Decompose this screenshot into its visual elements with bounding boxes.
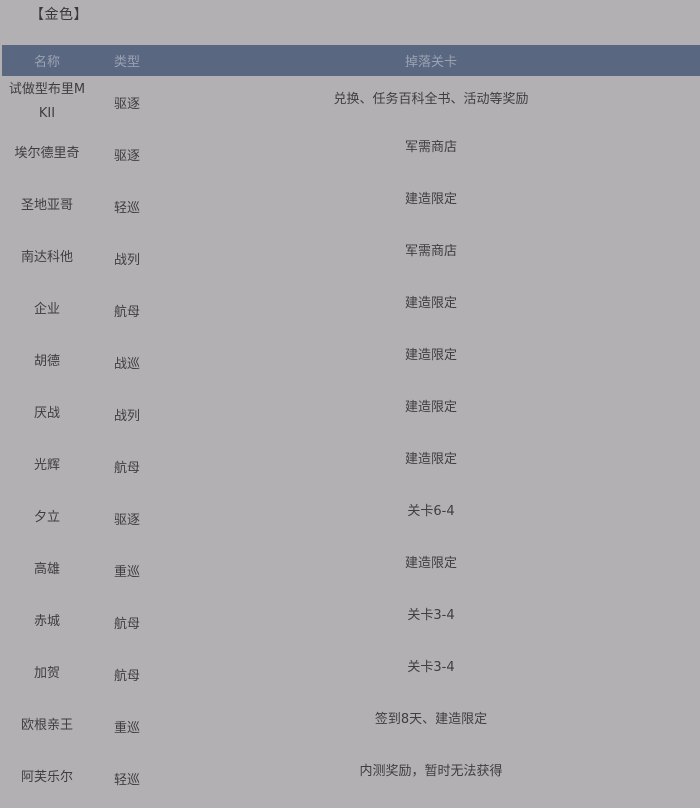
drop-location: 关卡6-4	[407, 504, 455, 519]
ship-type: 航母	[113, 304, 140, 320]
ship-type: 战巡	[113, 356, 140, 372]
ship-name-cell: 企业	[2, 284, 92, 336]
ship-name-cell: 加贺	[2, 648, 92, 700]
drop-location: 建造限定	[404, 452, 457, 467]
ship-type: 重巡	[113, 564, 140, 580]
ship-name: 高雄	[33, 562, 60, 577]
ship-name: 赤城	[33, 614, 60, 629]
ship-type: 驱逐	[113, 148, 140, 164]
ship-type: 战列	[113, 252, 140, 268]
table-row: 埃尔德里奇 驱逐 军需商店	[2, 128, 700, 180]
ship-type: 战列	[113, 408, 140, 424]
drop-location: 关卡3-4	[407, 660, 455, 675]
drop-location: 建造限定	[404, 400, 457, 415]
ship-name: 加贺	[33, 666, 60, 681]
drop-location: 建造限定	[404, 296, 457, 311]
ship-name-cell: 夕立	[2, 492, 92, 544]
table-row: 光辉 航母 建造限定	[2, 440, 700, 492]
ship-name-cell: 高雄	[2, 544, 92, 596]
ship-name: 阿芙乐尔	[20, 770, 73, 785]
ship-name-cell: 试做型布里MKII	[2, 76, 92, 128]
ship-name-cell: 南达科他	[2, 232, 92, 284]
ship-name-cell: 欧根亲王	[2, 700, 92, 752]
ship-name: 企业	[33, 302, 60, 317]
ship-name-cell: 埃尔德里奇	[2, 128, 92, 180]
table-row: 厌战 战列 建造限定	[2, 388, 700, 440]
drop-location: 建造限定	[404, 348, 457, 363]
header-type: 类型	[113, 55, 140, 70]
ship-name-cell: 胡德	[2, 336, 92, 388]
ship-name: 夕立	[33, 510, 60, 525]
drop-location: 兑换、任务百科全书、活动等奖励	[333, 92, 529, 107]
table-row: 企业 航母 建造限定	[2, 284, 700, 336]
ship-name: 埃尔德里奇	[14, 146, 80, 161]
table-body: 试做型布里MKII 驱逐 兑换、任务百科全书、活动等奖励 埃尔德里奇 驱逐 军需商店 圣地亚…	[2, 76, 700, 804]
table-row: 高雄 重巡 建造限定	[2, 544, 700, 596]
ship-name-cell: 光辉	[2, 440, 92, 492]
drop-location: 建造限定	[404, 556, 457, 571]
ship-name: 厌战	[33, 406, 60, 421]
table-row: 试做型布里MKII 驱逐 兑换、任务百科全书、活动等奖励	[2, 76, 700, 128]
ship-name: 圣地亚哥	[20, 198, 73, 213]
ship-type: 航母	[113, 616, 140, 632]
header-name: 名称	[33, 55, 60, 70]
table-row: 赤城 航母 关卡3-4	[2, 596, 700, 648]
ship-name-cell: 厌战	[2, 388, 92, 440]
drop-location: 军需商店	[404, 244, 457, 259]
ship-name: 胡德	[33, 354, 60, 369]
ship-type: 航母	[113, 460, 140, 476]
ship-name-cell: 圣地亚哥	[2, 180, 92, 232]
drop-location: 签到8天、建造限定	[374, 712, 488, 727]
drop-location: 建造限定	[404, 192, 457, 207]
drop-location: 军需商店	[404, 140, 457, 155]
ship-name-cell: 阿芙乐尔	[2, 752, 92, 804]
ship-type: 驱逐	[113, 512, 140, 528]
ship-name-cell: 赤城	[2, 596, 92, 648]
ship-type: 驱逐	[113, 96, 140, 112]
ship-type: 航母	[113, 668, 140, 684]
ship-name: 试做型布里MKII	[8, 82, 86, 121]
ship-name: 欧根亲王	[20, 718, 73, 733]
table-row: 欧根亲王 重巡 签到8天、建造限定	[2, 700, 700, 752]
drop-location: 关卡3-4	[407, 608, 455, 623]
header-drop: 掉落关卡	[404, 55, 457, 70]
ship-type: 重巡	[113, 720, 140, 736]
table-header: 名称 类型 掉落关卡	[2, 45, 700, 76]
table-row: 阿芙乐尔 轻巡 内测奖励，暂时无法获得	[2, 752, 700, 804]
table-row: 夕立 驱逐 关卡6-4	[2, 492, 700, 544]
table-row: 南达科他 战列 军需商店	[2, 232, 700, 284]
ship-table: 名称 类型 掉落关卡 试做型布里MKII 驱逐 兑换、任务百科全书、活动等奖励埃尔德…	[2, 45, 700, 804]
section-title: 【金色】	[30, 7, 88, 23]
table-row: 胡德 战巡 建造限定	[2, 336, 700, 388]
table-row: 圣地亚哥 轻巡 建造限定	[2, 180, 700, 232]
table-row: 加贺 航母 关卡3-4	[2, 648, 700, 700]
ship-type: 轻巡	[113, 200, 140, 216]
ship-type: 轻巡	[113, 772, 140, 788]
ship-name: 南达科他	[20, 250, 73, 265]
ship-name: 光辉	[33, 458, 60, 473]
drop-location: 内测奖励，暂时无法获得	[359, 764, 503, 779]
